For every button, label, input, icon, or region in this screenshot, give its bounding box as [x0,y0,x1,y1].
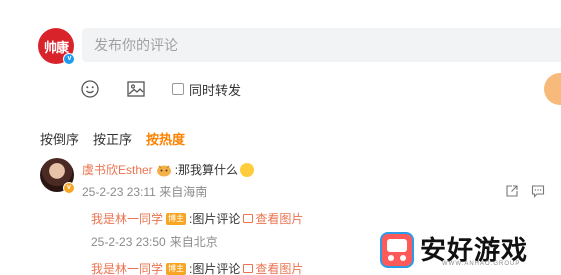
image-icon[interactable] [126,79,146,99]
comment-meta: 25-2-23 23:11 来自海南 [82,183,207,200]
comment-location: 来自海南 [159,185,208,199]
repost-checkbox[interactable] [172,83,184,95]
view-image-label: 查看图片 [255,262,304,275]
reply-user-name[interactable]: 我是林一同学 [91,260,163,275]
verified-badge: v [63,182,75,194]
view-image-link[interactable]: 查看图片 [243,210,303,227]
reply-timestamp: 25-2-23 23:50 [91,234,166,249]
tab-sort-forward[interactable]: 按正序 [93,129,132,148]
thinking-emoji-icon [240,162,255,177]
reply-meta: 25-2-23 23:50 来自北京 [91,233,218,250]
watermark-subtext: WWW.ANHAO.GROUP [442,261,521,267]
author-badge: 博主 [166,262,187,275]
send-button[interactable] [544,73,561,105]
tab-sort-reverse[interactable]: 按倒序 [40,129,79,148]
current-user-avatar[interactable]: 帅康 v [38,28,75,65]
view-image-label: 查看图片 [255,212,304,226]
reply-item: 我是林一同学 博主 :图片评论 查看图片 [91,210,303,227]
repost-label: 同时转发 [189,82,242,98]
avatar-text: 帅康 [43,39,69,55]
sort-tabs: 按倒序 按正序 按热度 [40,129,185,148]
author-badge: 博主 [166,212,187,225]
site-watermark: 安好游戏 WWW.ANHAO.GROUP [378,228,561,275]
fan-badge-icon [156,165,171,176]
picture-icon [243,214,254,223]
comment-body: 虞书欣Esther :那我算什么 [82,161,256,178]
tab-sort-hot[interactable]: 按热度 [146,129,185,148]
weibo-comment-panel: 帅康 v 同时转发 按倒序 按正序 按热度 v 虞书欣Esther :那我算什么 [0,0,561,275]
reply-item: 我是林一同学 博主 :图片评论 查看图片 [91,260,303,275]
picture-icon [243,264,254,273]
verified-badge: v [63,53,75,65]
reply-icon[interactable] [531,184,545,198]
reply-user-name[interactable]: 我是林一同学 [91,210,163,227]
commenter-name[interactable]: 虞书欣Esther [82,161,153,178]
comment-timestamp: 25-2-23 23:11 [82,185,156,199]
share-icon[interactable] [505,184,519,198]
comment-input[interactable] [82,28,561,62]
repost-toggle[interactable]: 同时转发 [172,79,241,99]
reply-text: :图片评论 [189,212,241,226]
reply-text: :图片评论 [189,262,241,275]
comment-text: :那我算什么 [174,163,239,177]
view-image-link[interactable]: 查看图片 [243,260,303,275]
gamepad-logo-icon [380,232,414,268]
reply-location: 来自北京 [169,235,218,249]
emoji-icon[interactable] [80,79,100,99]
